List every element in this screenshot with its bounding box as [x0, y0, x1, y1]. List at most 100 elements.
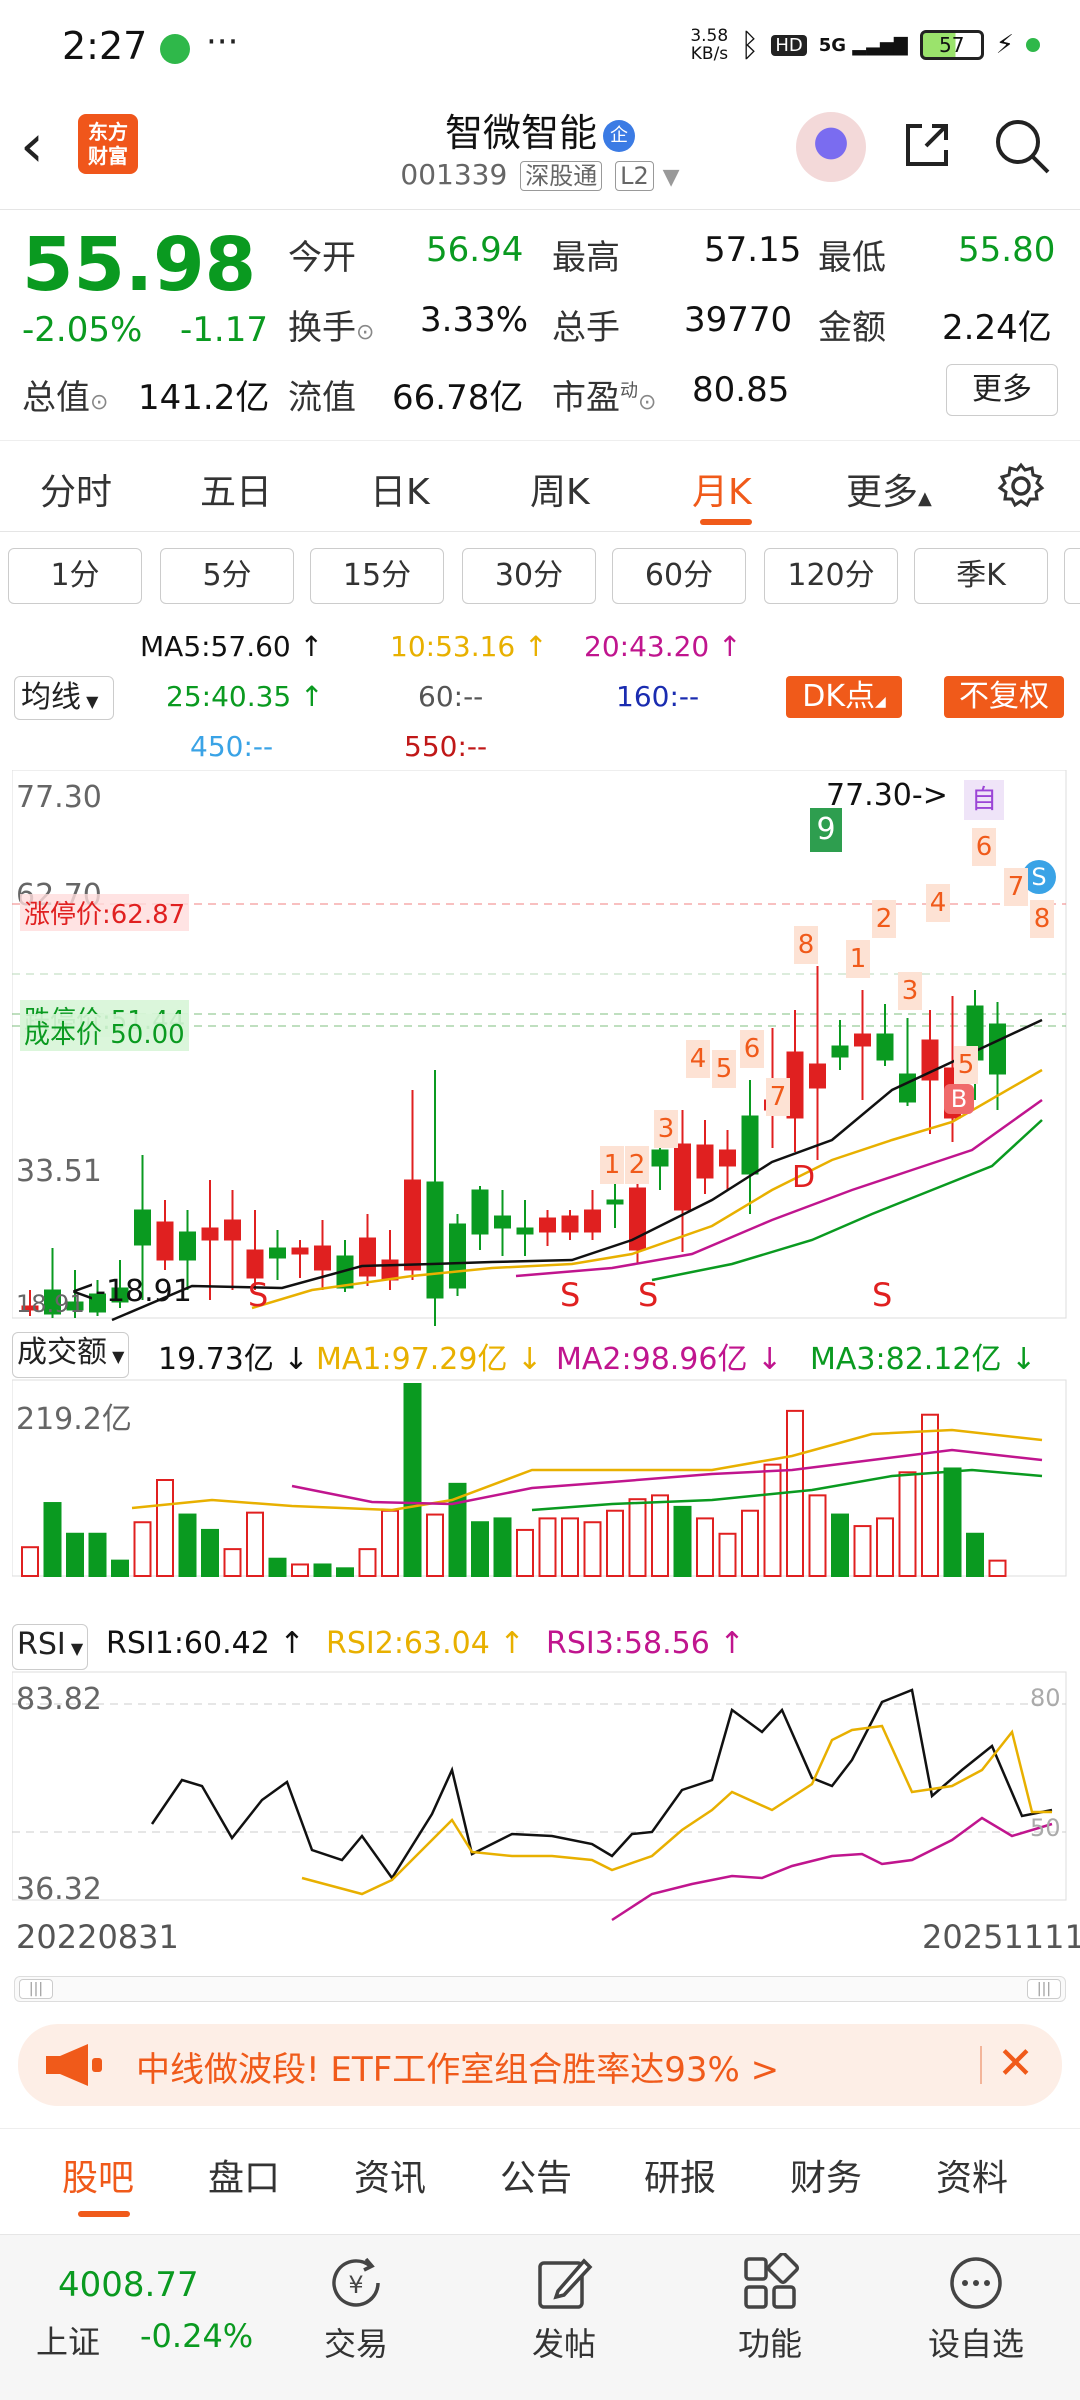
share-icon[interactable] — [900, 116, 956, 172]
volume-bar — [538, 1517, 557, 1578]
volume-indicator-selector[interactable]: 成交额 ▼ — [12, 1332, 130, 1378]
rsi-level-80: 80 — [1030, 1684, 1061, 1712]
price-axis-33: 33.51 — [16, 1154, 102, 1189]
volume-bar — [718, 1532, 737, 1578]
promo-banner[interactable]: 中线做波段! ETF工作室组合胜率达93% > ✕ — [18, 2024, 1062, 2106]
tab-fenshi[interactable]: 分时 — [40, 463, 112, 515]
tab-more[interactable]: 更多▲ — [846, 463, 932, 515]
active-tab-indicator — [700, 519, 752, 525]
mktcap-label[interactable]: 总值⊙ — [22, 370, 108, 419]
level2-tag: L2 — [615, 161, 654, 191]
rsi-level-50: 50 — [1030, 1814, 1061, 1842]
pe-label[interactable]: 市盈动⊙ — [552, 370, 656, 419]
candle-body — [809, 1063, 826, 1089]
ma-selector[interactable]: 均线 ▼ — [14, 676, 114, 720]
period-15min[interactable]: 15分 — [310, 548, 444, 604]
td-sequence-tag: 6 — [972, 828, 996, 866]
rsi-indicator-selector[interactable]: RSI ▼ — [12, 1624, 89, 1670]
tab-zhouk[interactable]: 周K — [530, 463, 590, 515]
trade-icon: ¥ — [332, 2257, 380, 2307]
tab-caiwu[interactable]: 财务 — [790, 2149, 862, 2201]
stock-header: ‹ 东方 财富 智微智能企 001339 深股通 L2 ▼ — [0, 100, 1080, 210]
assistant-avatar[interactable] — [796, 112, 866, 182]
volume-bar — [808, 1494, 827, 1577]
index-name[interactable]: 上证 — [36, 2317, 100, 2363]
candle-body — [899, 1073, 916, 1103]
megaphone-icon — [46, 2044, 102, 2086]
volume-bar — [223, 1548, 242, 1577]
candle-body — [696, 1144, 714, 1179]
candle-body — [494, 1215, 511, 1229]
edit-icon — [538, 2258, 593, 2309]
scroll-handle-left[interactable]: ||| — [19, 1979, 53, 1999]
volume-axis-top: 219.2亿 — [16, 1402, 132, 1437]
gear-icon[interactable] — [996, 461, 1046, 511]
nav-add-watchlist[interactable]: 设自选 — [906, 2235, 1046, 2365]
volume-bar — [876, 1517, 894, 1578]
volume-ma1: MA1:97.29亿 ↓ — [316, 1342, 543, 1377]
ma450-value: 450:-- — [190, 730, 274, 763]
nav-functions[interactable]: 功能 — [700, 2235, 840, 2365]
price-axis-top: 77.30 — [16, 780, 102, 815]
turnover-label[interactable]: 换手⊙ — [288, 300, 374, 349]
nav-trade[interactable]: ¥ 交易 — [286, 2235, 426, 2365]
candle-body — [246, 1249, 264, 1279]
volume-value: 39770 — [684, 300, 793, 340]
candle-body — [516, 1227, 534, 1235]
period-1min[interactable]: 1分 — [8, 548, 142, 604]
caret-down-icon: ▼ — [65, 1639, 84, 1658]
scroll-handle-right[interactable]: ||| — [1027, 1979, 1061, 1999]
tab-gonggao[interactable]: 公告 — [500, 2149, 572, 2201]
index-value[interactable]: 4008.77 — [58, 2265, 199, 2305]
candle-body — [156, 1221, 174, 1261]
td-sequence-tag: 4 — [926, 884, 950, 922]
b-marker[interactable]: B — [944, 1084, 974, 1114]
volume-bar — [201, 1528, 219, 1577]
mktcap-value: 141.2亿 — [138, 378, 270, 418]
volume-bar — [426, 1513, 444, 1577]
search-icon[interactable] — [992, 116, 1052, 176]
more-circle-icon — [950, 2257, 1002, 2309]
signal-icon: 5G ▂▃▅▇ — [818, 34, 908, 56]
no-adjust-button[interactable]: 不复权 — [944, 676, 1064, 718]
tab-wuri[interactable]: 五日 — [200, 463, 272, 515]
volume-bar — [66, 1532, 84, 1578]
more-button[interactable]: 更多 — [946, 364, 1058, 416]
nav-post[interactable]: 发帖 — [494, 2235, 634, 2365]
tab-pankou[interactable]: 盘口 — [208, 2149, 280, 2201]
chart-scrollbar[interactable]: ||| ||| — [14, 1976, 1066, 2002]
close-icon[interactable]: ✕ — [997, 2038, 1034, 2089]
td-sequence-tag: 2 — [625, 1146, 649, 1184]
tab-zixun[interactable]: 资讯 — [354, 2149, 426, 2201]
volume-bar — [516, 1528, 534, 1577]
banner-divider — [980, 2046, 982, 2084]
candle-body — [471, 1189, 489, 1235]
period-5min[interactable]: 5分 — [160, 548, 294, 604]
candle-body — [224, 1219, 241, 1241]
volume-bar — [921, 1413, 939, 1577]
dk-point-button[interactable]: DK点◢ — [786, 676, 902, 718]
rsi-axis-bottom: 36.32 — [16, 1872, 102, 1907]
float-value: 66.78亿 — [392, 378, 524, 418]
caret-up-icon: ▲ — [918, 488, 932, 509]
period-30min[interactable]: 30分 — [462, 548, 596, 604]
period-next-chip[interactable] — [1064, 548, 1080, 604]
period-quarter[interactable]: 季K — [914, 548, 1048, 604]
tab-rik[interactable]: 日K — [370, 463, 430, 515]
tab-yanbao[interactable]: 研报 — [644, 2149, 716, 2201]
hd-icon: HD — [771, 34, 807, 56]
bluetooth-icon: ᛒ — [740, 26, 760, 64]
active-tab-indicator — [78, 2211, 130, 2217]
period-60min[interactable]: 60分 — [612, 548, 746, 604]
self-select-tag[interactable]: 自 — [964, 780, 1004, 820]
rsi2-line — [301, 1724, 1052, 1896]
index-change[interactable]: -0.24% — [140, 2317, 253, 2355]
info-icon: ⊙ — [638, 390, 657, 415]
tab-guba[interactable]: 股吧 — [62, 2149, 134, 2201]
tab-ziliao[interactable]: 资料 — [936, 2149, 1008, 2201]
volume-bar — [741, 1509, 759, 1577]
bottom-nav: 4008.77 上证 -0.24% ¥ 交易 发帖 功能 设自选 — [0, 2234, 1080, 2400]
candle-body — [831, 1045, 849, 1058]
period-120min[interactable]: 120分 — [764, 548, 898, 604]
tab-yuek[interactable]: 月K — [692, 463, 752, 515]
